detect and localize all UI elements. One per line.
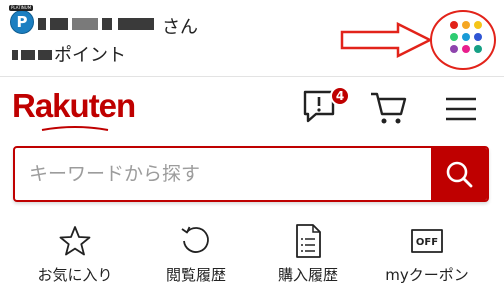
logo-swoosh-icon (41, 126, 109, 131)
rank-badge-letter: P (16, 12, 28, 31)
quick-links-row: お気に入り 閲覧履歴 購入履歴 OFF myクーポン (0, 220, 504, 296)
user-name-suffix: さん (162, 17, 198, 38)
rakuten-mobile-page: PLATINUM P さん ポイント Rakuten 4 キーワードから探す お… (0, 0, 504, 301)
cart-icon (371, 92, 407, 124)
app-dot (474, 21, 482, 29)
search-icon (446, 161, 473, 188)
receipt-icon (296, 224, 321, 258)
app-dot (462, 33, 470, 41)
hamburger-menu-button[interactable] (444, 94, 478, 124)
quick-link-label: お気に入り (37, 266, 113, 284)
user-info-bar: PLATINUM P さん ポイント (0, 0, 504, 77)
app-dot (450, 21, 458, 29)
quick-link-label: 閲覧履歴 (165, 266, 226, 284)
app-dot (474, 45, 482, 53)
cart-button[interactable] (368, 88, 408, 128)
search-button[interactable] (431, 148, 487, 200)
rank-badge-caption: PLATINUM (9, 5, 34, 11)
quick-link-label: 購入履歴 (277, 266, 338, 284)
quick-link-purchase-history[interactable]: 購入履歴 (253, 220, 363, 296)
points-label: ポイント (54, 45, 126, 66)
rakuten-logo[interactable]: Rakuten (12, 87, 136, 125)
app-dot (450, 33, 458, 41)
annotation-arrow-icon (340, 22, 432, 58)
search-bar (13, 146, 489, 202)
coupon-icon: OFF (411, 229, 443, 253)
history-icon (181, 226, 209, 253)
app-dot (450, 45, 458, 53)
hamburger-icon (446, 97, 476, 121)
quick-link-my-coupons[interactable]: OFF myクーポン (372, 220, 482, 296)
app-launcher-button[interactable] (446, 17, 486, 57)
quick-link-browsing-history[interactable]: 閲覧履歴 (141, 220, 251, 296)
member-rank-badge: PLATINUM P (9, 5, 34, 34)
notification-count-badge: 4 (330, 86, 350, 106)
app-dot (462, 45, 470, 53)
app-dot (462, 21, 470, 29)
search-input[interactable] (15, 148, 431, 200)
coupon-icon-text: OFF (416, 237, 438, 248)
app-dot (474, 33, 482, 41)
masked-point-balance (12, 46, 54, 62)
brand-header: Rakuten (0, 77, 504, 141)
star-icon (59, 226, 91, 256)
quick-link-label: myクーポン (385, 266, 469, 284)
masked-user-name (38, 16, 158, 32)
quick-link-favorites[interactable]: お気に入り (20, 220, 130, 296)
